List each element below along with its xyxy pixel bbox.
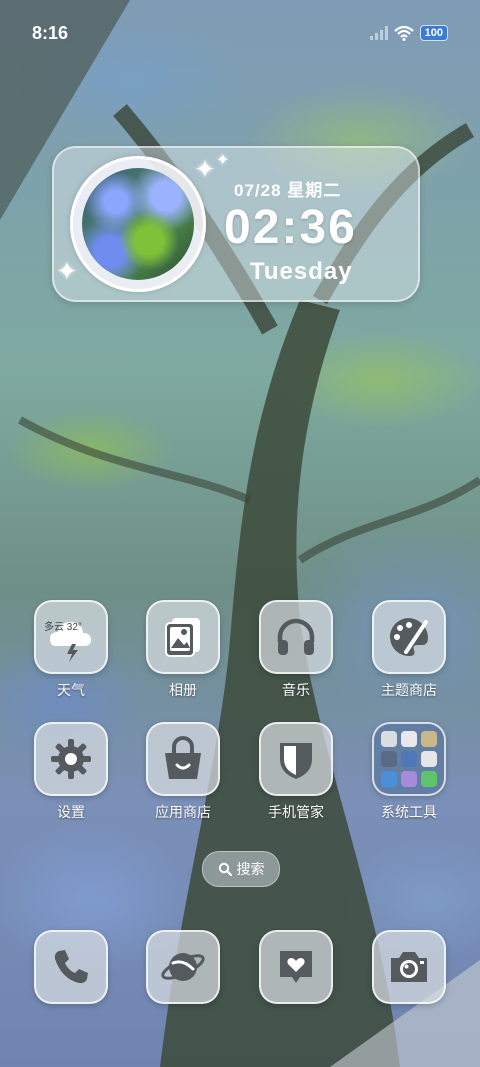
weather-icon xyxy=(50,622,91,662)
shopping-bag-icon xyxy=(165,736,201,779)
app-label: 设置 xyxy=(57,804,85,820)
app-music[interactable]: 音乐 xyxy=(241,600,351,700)
sparkle-icon: ✦ xyxy=(56,256,78,286)
app-label: 手机管家 xyxy=(268,804,324,820)
app-label: 天气 xyxy=(57,682,85,698)
search-icon xyxy=(218,862,232,876)
app-label: 主题商店 xyxy=(381,682,437,698)
status-bar: 8:16 100 xyxy=(0,0,480,68)
camera-icon xyxy=(391,952,427,982)
dock-messages[interactable] xyxy=(241,930,351,1004)
app-weather[interactable]: 多云 32° 天气 xyxy=(16,600,126,700)
app-system-tools[interactable]: 系统工具 xyxy=(354,722,464,822)
widget-time: 02:36 xyxy=(224,201,357,254)
app-label: 系统工具 xyxy=(381,804,437,820)
widget-day: Tuesday xyxy=(250,258,353,285)
dock-camera[interactable] xyxy=(354,930,464,1004)
planet-icon xyxy=(161,953,205,981)
wifi-icon xyxy=(393,25,414,41)
app-phone-manager[interactable]: 手机管家 xyxy=(241,722,351,822)
phone-icon xyxy=(54,950,88,984)
search-label: 搜索 xyxy=(236,861,265,877)
battery-indicator: 100 xyxy=(419,25,448,41)
folder-icon xyxy=(372,722,446,796)
weather-temp: 32° xyxy=(66,622,82,633)
sparkle-small-icon: ✦ xyxy=(216,152,230,169)
gallery-icon xyxy=(165,618,200,657)
widget-photo xyxy=(82,168,194,280)
app-label: 应用商店 xyxy=(155,804,211,820)
dock-phone[interactable] xyxy=(16,930,126,1004)
shield-icon xyxy=(280,743,312,779)
search-button[interactable]: 搜索 xyxy=(202,851,280,887)
status-time: 8:16 xyxy=(32,23,69,43)
weather-condition: 多云 xyxy=(44,622,64,633)
heart-message-icon xyxy=(280,951,312,983)
signal-icon xyxy=(369,26,388,40)
app-label: 相册 xyxy=(169,682,197,698)
clock-widget[interactable]: ✦ ✦ ✦ 07/28 星期二 02:36 Tuesday xyxy=(52,146,420,302)
widget-photo-frame xyxy=(70,156,206,292)
app-theme-store[interactable]: 主题商店 xyxy=(354,600,464,700)
app-app-store[interactable]: 应用商店 xyxy=(128,722,238,822)
app-gallery[interactable]: 相册 xyxy=(128,600,238,700)
app-settings[interactable]: 设置 xyxy=(16,722,126,822)
app-label: 音乐 xyxy=(282,682,310,698)
gear-icon xyxy=(51,739,91,779)
widget-date: 07/28 星期二 xyxy=(234,181,342,200)
sparkle-icon: ✦ xyxy=(194,154,216,184)
headphones-icon xyxy=(277,618,315,655)
palette-icon xyxy=(389,618,428,657)
dock-browser[interactable] xyxy=(128,930,238,1004)
